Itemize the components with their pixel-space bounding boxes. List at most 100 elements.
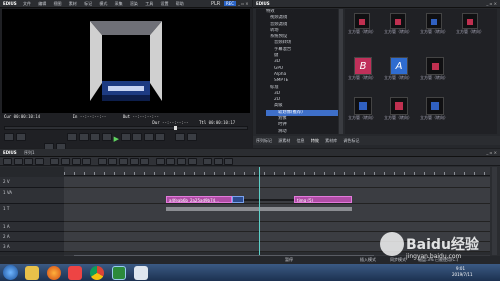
timeline-vscrollbar[interactable]	[492, 167, 497, 255]
tool-button[interactable]	[71, 158, 81, 165]
timeline-clip[interactable]: a4feab6b_2a25ad9b74...	[166, 196, 232, 203]
track-header[interactable]: 1 T	[0, 204, 64, 222]
menu-clip[interactable]: 素材	[69, 1, 77, 6]
menu-mode[interactable]: 模式	[99, 1, 107, 6]
menu-view[interactable]: 视图	[54, 1, 62, 6]
effect-thumb[interactable]: 立方管（转向）	[419, 57, 449, 81]
menu-tools[interactable]: 工具	[145, 1, 153, 6]
taskbar-clock-date[interactable]: 2019/7/11	[452, 272, 473, 277]
tree-scrollbar[interactable]	[339, 9, 343, 134]
effect-thumb[interactable]: A 立方管（转向）	[383, 57, 413, 81]
tool-button[interactable]	[155, 158, 165, 165]
track-header[interactable]: 2 A	[0, 232, 64, 242]
track-lane[interactable]	[64, 222, 490, 232]
tool-button[interactable]	[140, 158, 150, 165]
chrome-icon[interactable]	[90, 265, 104, 280]
insert-button[interactable]	[174, 133, 185, 141]
effect-thumb[interactable]: 立方管（转向）	[419, 13, 449, 35]
tab-info[interactable]: 信息	[297, 138, 305, 143]
tool-button[interactable]	[166, 158, 176, 165]
timeline-clip[interactable]: timg (5)	[294, 196, 352, 203]
menu-capture[interactable]: 采集	[115, 1, 123, 6]
menu-edit[interactable]: 编辑	[38, 1, 46, 6]
start-icon[interactable]	[3, 265, 18, 280]
tool-button[interactable]	[34, 158, 44, 165]
track-lane[interactable]	[64, 188, 490, 204]
tab-sequence-markers[interactable]: 序列标记	[256, 138, 272, 143]
overwrite-button[interactable]	[186, 133, 197, 141]
prev-edit-button[interactable]	[67, 133, 78, 141]
loop-button[interactable]	[155, 133, 166, 141]
effect-thumb[interactable]: 立方管（转向）	[455, 13, 485, 35]
effect-thumb[interactable]: B 立方管（转向）	[347, 57, 377, 81]
effect-thumb-image	[426, 13, 442, 29]
track-name: 2 A	[3, 234, 10, 239]
set-out-button[interactable]	[15, 133, 26, 141]
tool-button[interactable]	[50, 158, 60, 165]
track-header[interactable]: 3 A	[0, 242, 64, 252]
next-edit-button[interactable]	[143, 133, 154, 141]
tool-button[interactable]	[129, 158, 139, 165]
edius-icon[interactable]	[112, 265, 126, 280]
step-back-button[interactable]	[90, 133, 101, 141]
menu-render[interactable]: 渲染	[130, 1, 138, 6]
track-header[interactable]: 1 A	[0, 222, 64, 232]
menu-help[interactable]: 帮助	[176, 1, 184, 6]
plr-badge[interactable]: PLR	[211, 1, 220, 7]
menu-file[interactable]: 文件	[23, 1, 31, 6]
app-logo: EDIUS	[3, 1, 17, 6]
effect-thumb[interactable]: 立方管（转向）	[383, 13, 413, 35]
effect-thumb[interactable]: 立方管（转向）	[347, 97, 377, 121]
effect-thumb[interactable]: 立方管（转向）	[347, 13, 377, 35]
step-forward-button[interactable]	[120, 133, 131, 141]
track-lane[interactable]	[64, 177, 490, 188]
tool-button[interactable]	[3, 158, 12, 165]
tool-button[interactable]	[187, 158, 197, 165]
track-header[interactable]: 2 V	[0, 177, 64, 188]
timeline-window-controls[interactable]: _ ▫ ×	[486, 150, 497, 155]
insert-mode[interactable]: 插入模式	[360, 257, 376, 263]
tool-button[interactable]	[97, 158, 107, 165]
tool-button[interactable]	[82, 158, 92, 165]
window-controls[interactable]: _ ▫ ×	[238, 1, 249, 6]
set-in-button[interactable]	[4, 133, 14, 141]
tool-button[interactable]	[60, 158, 70, 165]
playhead-line[interactable]	[259, 167, 260, 255]
tool-button[interactable]	[203, 158, 213, 165]
effect-thumb[interactable]: 立方管（转向）	[383, 97, 413, 121]
timeline-ruler[interactable]	[64, 167, 490, 176]
effect-thumb-image: A	[390, 57, 408, 75]
transition-bar[interactable]	[244, 199, 294, 201]
scrubber-handle[interactable]	[174, 126, 177, 130]
player-scrubber[interactable]	[4, 126, 248, 130]
play-icon[interactable]: ▶	[114, 136, 119, 143]
explorer-icon[interactable]	[25, 265, 39, 280]
tool-button[interactable]	[224, 158, 234, 165]
tab-source[interactable]: 源素材	[278, 138, 290, 143]
tool-button[interactable]	[108, 158, 118, 165]
tool-button[interactable]	[118, 158, 128, 165]
rewind-button[interactable]	[78, 133, 89, 141]
menu-marker[interactable]: 标记	[84, 1, 92, 6]
rec-badge[interactable]: REC	[224, 1, 237, 6]
tab-effects[interactable]: 特效	[311, 138, 319, 143]
tab-bin[interactable]: 素材库	[325, 138, 337, 143]
effects-window-controls[interactable]: _ ▫ ×	[486, 1, 497, 6]
tool-button[interactable]	[24, 158, 34, 165]
tab-color-markers[interactable]: 调色标记	[343, 138, 359, 143]
menu-settings[interactable]: 设置	[160, 1, 168, 6]
tool-button[interactable]	[213, 158, 223, 165]
file-icon[interactable]	[134, 265, 148, 280]
media-player-icon[interactable]	[68, 265, 82, 280]
transition-marker[interactable]	[232, 196, 244, 203]
stop-button[interactable]	[101, 133, 112, 141]
firefox-icon[interactable]	[47, 265, 61, 280]
tool-button[interactable]	[176, 158, 186, 165]
track-header[interactable]: 1 VA	[0, 188, 64, 204]
fast-forward-button[interactable]	[132, 133, 143, 141]
out-time: --:--:--:--	[132, 114, 159, 119]
tree-item[interactable]: 滑动	[266, 129, 338, 135]
sequence-tab[interactable]: 序列1	[24, 150, 35, 155]
tool-button[interactable]	[13, 158, 23, 165]
effect-thumb[interactable]: 立方管（转向）	[419, 97, 449, 121]
